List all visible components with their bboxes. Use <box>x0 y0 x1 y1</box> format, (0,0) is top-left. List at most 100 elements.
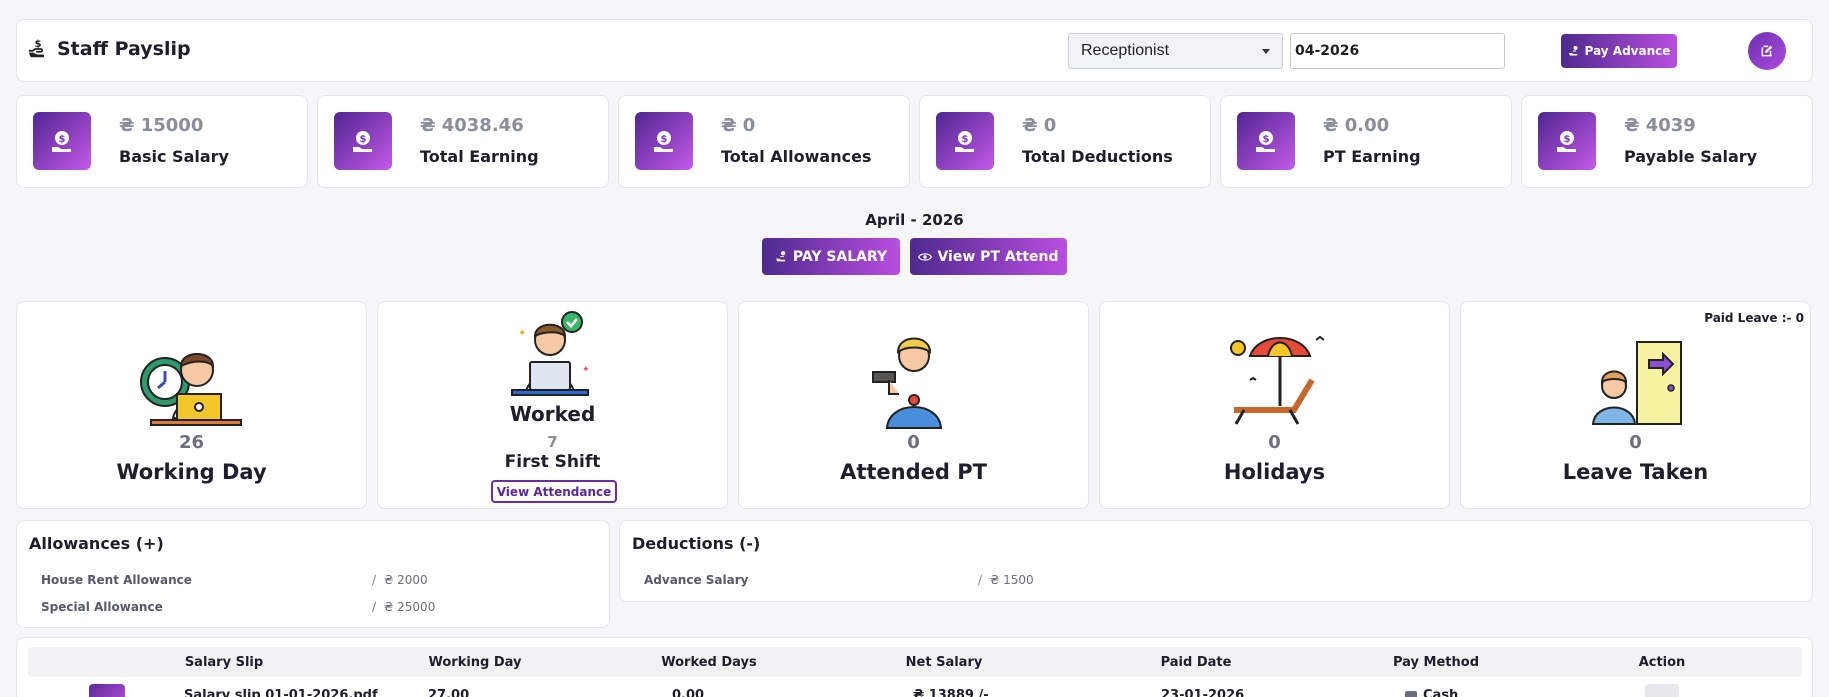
column-header: Pay Method <box>1392 655 1480 670</box>
row-worked-days: 0.00 <box>672 688 705 697</box>
stat-label: Total Allowances <box>721 147 872 166</box>
stat-value: ₴ 0.00 <box>1323 115 1390 136</box>
leave-taken-card: Paid Leave :- 0 0 Leave Taken <box>1460 301 1811 509</box>
stat-card-total-allowances: $ ₴ 0 Total Allowances <box>618 95 910 188</box>
pdf-icon[interactable] <box>89 684 125 697</box>
column-header: Action <box>1638 655 1686 670</box>
stat-value: ₴ 15000 <box>119 115 204 136</box>
column-header: Net Salary <box>905 655 983 670</box>
deduction-name: Advance Salary <box>644 573 749 587</box>
stat-label: Basic Salary <box>119 147 229 166</box>
view-attendance-button[interactable]: View Attendance <box>491 480 617 503</box>
svg-text:$: $ <box>962 134 969 145</box>
leave-taken-value: 0 <box>1629 432 1642 453</box>
column-header: Working Day <box>428 655 522 670</box>
salary-slip-link[interactable]: Salary slip 01-01-2026.pdf <box>184 688 378 697</box>
attended-pt-label: Attended PT <box>840 460 987 484</box>
allowance-value: / ₴ 25000 <box>372 600 436 614</box>
salary-icon: $ <box>1237 112 1295 170</box>
beach-chair-illustration <box>1100 330 1449 430</box>
hand-money-icon <box>1568 46 1578 56</box>
deductions-panel: Deductions (-) Advance Salary / ₴ 1500 <box>619 520 1813 602</box>
exit-door-illustration <box>1461 330 1810 430</box>
laptop-person-illustration: ✦ ✦ <box>378 304 727 404</box>
allowance-name: Special Allowance <box>41 600 163 614</box>
role-select-value: Receptionist <box>1081 42 1170 59</box>
row-working-day: 27.00 <box>428 688 470 697</box>
pay-salary-button[interactable]: PAY SALARY <box>762 238 900 275</box>
action-button[interactable] <box>1645 684 1679 697</box>
pay-method-text: Cash <box>1423 688 1459 697</box>
column-header: Paid Date <box>1160 655 1232 670</box>
pay-salary-label: PAY SALARY <box>792 248 888 265</box>
svg-text:✦: ✦ <box>518 328 526 339</box>
salary-icon: $ <box>334 112 392 170</box>
stat-label: Total Earning <box>420 147 539 166</box>
allowances-panel: Allowances (+) House Rent Allowance / ₴ 2… <box>16 520 610 628</box>
view-pt-attend-label: View PT Attend <box>937 248 1059 265</box>
salary-icon: $ <box>33 112 91 170</box>
worked-value: 7 <box>547 433 558 451</box>
page-title: $ Staff Payslip <box>27 38 191 60</box>
allowances-title: Allowances (+) <box>29 534 164 553</box>
working-day-label: Working Day <box>116 460 267 484</box>
eye-icon <box>918 252 933 261</box>
stat-label: Total Deductions <box>1022 147 1173 166</box>
working-person-illustration <box>17 330 366 430</box>
stat-label: PT Earning <box>1323 147 1421 166</box>
column-header: Salary Slip <box>184 655 264 670</box>
role-select[interactable]: Receptionist <box>1068 33 1283 69</box>
header-bar: $ Staff Payslip Receptionist Pay Advance <box>16 19 1813 82</box>
deductions-title: Deductions (-) <box>632 534 761 553</box>
svg-text:$: $ <box>1263 134 1270 145</box>
stat-value: ₴ 4039 <box>1624 115 1696 136</box>
holidays-value: 0 <box>1268 432 1281 453</box>
working-day-card: 26 Working Day <box>16 301 367 509</box>
attended-pt-value: 0 <box>907 432 920 453</box>
allowance-amount: ₴ 2000 <box>384 573 428 587</box>
salary-icon: $ <box>635 112 693 170</box>
attended-pt-card: 0 Attended PT <box>738 301 1089 509</box>
salary-table: Salary Slip Working Day Worked Days Net … <box>16 637 1813 697</box>
card-icon <box>1405 690 1417 697</box>
svg-text:$: $ <box>59 134 66 145</box>
working-day-value: 26 <box>178 432 205 453</box>
stat-value: ₴ 4038.46 <box>420 115 524 136</box>
column-header: Worked Days <box>661 655 757 670</box>
paid-leave-label: Paid Leave :- 0 <box>1704 311 1804 325</box>
salary-icon: $ <box>936 112 994 170</box>
stat-card-total-earning: $ ₴ 4038.46 Total Earning <box>317 95 609 188</box>
stat-card-payable-salary: $ ₴ 4039 Payable Salary <box>1521 95 1813 188</box>
period-title: April - 2026 <box>865 211 964 229</box>
svg-text:$: $ <box>1564 134 1571 145</box>
stat-card-pt-earning: $ ₴ 0.00 PT Earning <box>1220 95 1512 188</box>
hand-money-icon: $ <box>28 39 45 58</box>
chevron-down-icon <box>1262 48 1270 54</box>
salary-icon: $ <box>1538 112 1596 170</box>
allowance-name: House Rent Allowance <box>41 573 192 587</box>
edit-icon <box>1761 45 1773 57</box>
view-pt-attend-button[interactable]: View PT Attend <box>910 238 1067 275</box>
deduction-value: / ₴ 1500 <box>978 573 1034 587</box>
pay-advance-button[interactable]: Pay Advance <box>1561 34 1677 68</box>
deduction-amount: ₴ 1500 <box>990 573 1034 587</box>
allowance-value: / ₴ 2000 <box>372 573 428 587</box>
stat-label: Payable Salary <box>1624 147 1758 166</box>
page-title-text: Staff Payslip <box>57 38 191 60</box>
row-pay-method: Cash <box>1405 688 1458 697</box>
leave-taken-label: Leave Taken <box>1562 460 1709 484</box>
stat-value: ₴ 0 <box>1022 115 1057 136</box>
svg-text:$: $ <box>34 39 41 50</box>
table-header: Salary Slip Working Day Worked Days Net … <box>28 647 1802 677</box>
hand-money-icon <box>775 251 786 262</box>
edit-button[interactable] <box>1748 32 1786 70</box>
svg-text:✦: ✦ <box>582 365 590 375</box>
pay-advance-label: Pay Advance <box>1584 44 1671 58</box>
svg-text:$: $ <box>661 134 668 145</box>
worked-card: ✦ ✦ Worked 7 First Shift View Attendance <box>377 301 728 509</box>
month-input[interactable] <box>1290 33 1505 69</box>
stat-card-total-deductions: $ ₴ 0 Total Deductions <box>919 95 1211 188</box>
worked-title: Worked <box>509 402 596 426</box>
stat-value: ₴ 0 <box>721 115 756 136</box>
shift-label: First Shift <box>504 452 601 472</box>
